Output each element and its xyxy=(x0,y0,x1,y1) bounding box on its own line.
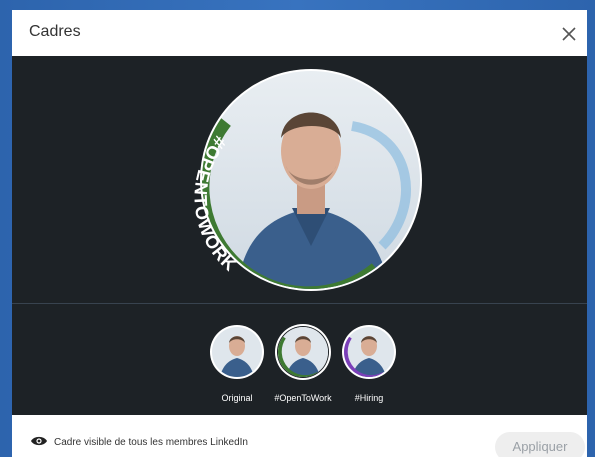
frame-thumbnail-opentowork xyxy=(275,324,331,380)
profile-preview: #OPENTOWORK xyxy=(190,69,422,291)
frame-option-hiring[interactable]: #Hiring xyxy=(339,322,399,403)
dialog-footer: Cadre visible de tous les membres Linked… xyxy=(12,415,587,457)
dialog-header: Cadres xyxy=(12,10,587,56)
frame-thumbnail-hiring xyxy=(342,325,396,379)
frame-option-original[interactable]: Original xyxy=(207,322,267,403)
frame-options: Original #OpenToWork #Hiring xyxy=(12,304,587,415)
visibility-text: Cadre visible de tous les membres Linked… xyxy=(54,437,248,448)
close-icon[interactable] xyxy=(557,22,581,46)
dialog-title: Cadres xyxy=(29,23,81,40)
eye-icon xyxy=(30,434,48,452)
frame-thumbnail-original xyxy=(210,325,264,379)
frames-dialog: Cadres #OPENTOWORK Original #OpenToWork … xyxy=(12,10,587,457)
apply-button[interactable]: Appliquer xyxy=(495,432,585,457)
frame-option-opentowork[interactable]: #OpenToWork xyxy=(273,322,333,403)
frame-label-hiring: #Hiring xyxy=(354,393,384,403)
frame-preview-area: #OPENTOWORK xyxy=(12,56,587,303)
